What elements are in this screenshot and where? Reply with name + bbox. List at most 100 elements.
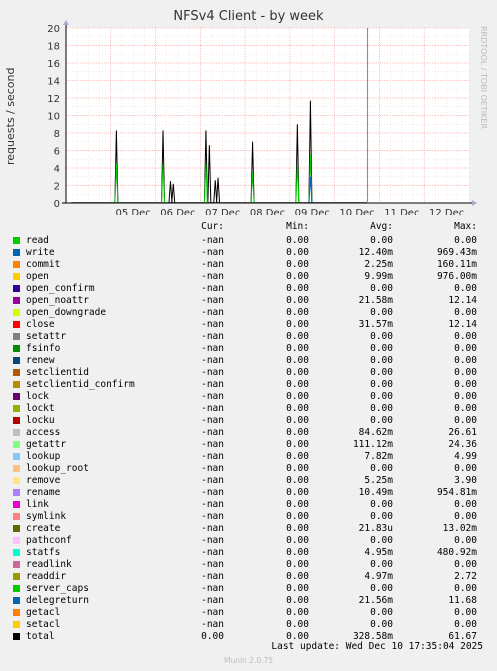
legend-swatch <box>13 297 20 304</box>
legend-label: getacl <box>26 607 61 618</box>
legend-cur: -nan <box>201 235 224 246</box>
legend-swatch <box>13 441 20 448</box>
legend-cur: -nan <box>201 583 224 594</box>
legend-row: setattr -nan 0.00 0.00 0.00 <box>0 331 497 343</box>
legend-avg: 0.00 <box>370 331 393 342</box>
legend-min: 0.00 <box>286 619 309 630</box>
legend-row: open_noattr -nan 0.00 21.58m 12.14 <box>0 295 497 307</box>
legend-avg: 0.00 <box>370 283 393 294</box>
legend-row: lookup -nan 0.00 7.82m 4.99 <box>0 451 497 463</box>
legend-cur: -nan <box>201 451 224 462</box>
legend-label: write <box>26 247 55 258</box>
legend-avg: 0.00 <box>370 511 393 522</box>
legend-swatch <box>13 621 20 628</box>
legend-avg: 5.25m <box>364 475 393 486</box>
legend-max: 0.00 <box>454 415 477 426</box>
legend-max: 976.00m <box>436 271 477 282</box>
legend-label: open <box>26 271 49 282</box>
legend-header: Cur: Min: Avg: Max: <box>0 221 497 233</box>
legend-min: 0.00 <box>286 283 309 294</box>
legend-avg: 21.83u <box>358 523 393 534</box>
y-tick-label: 20 <box>47 24 60 35</box>
legend-label: lookup <box>26 451 61 462</box>
legend-cur: -nan <box>201 475 224 486</box>
legend-cur: -nan <box>201 319 224 330</box>
legend-max: 0.00 <box>454 619 477 630</box>
legend-label: lock <box>26 391 49 402</box>
legend-row: statfs -nan 0.00 4.95m 480.92m <box>0 547 497 559</box>
legend-label: open_downgrade <box>26 307 107 318</box>
legend-avg: 0.00 <box>370 619 393 630</box>
legend-row: fsinfo -nan 0.00 0.00 0.00 <box>0 343 497 355</box>
legend-swatch <box>13 393 20 400</box>
legend-swatch <box>13 405 20 412</box>
legend-label: create <box>26 523 61 534</box>
legend-label: getattr <box>26 439 67 450</box>
legend-min: 0.00 <box>286 379 309 390</box>
legend-swatch <box>13 285 20 292</box>
legend-avg: 0.00 <box>370 367 393 378</box>
legend-swatch <box>13 477 20 484</box>
legend-row: access -nan 0.00 84.62m 26.61 <box>0 427 497 439</box>
legend-row: read -nan 0.00 0.00 0.00 <box>0 235 497 247</box>
legend-cur: -nan <box>201 355 224 366</box>
legend-cur: -nan <box>201 535 224 546</box>
legend-max: 0.00 <box>454 367 477 378</box>
legend-min: 0.00 <box>286 571 309 582</box>
legend-avg: 0.00 <box>370 583 393 594</box>
legend-avg: 0.00 <box>370 355 393 366</box>
legend-avg: 0.00 <box>370 559 393 570</box>
legend-min: 0.00 <box>286 319 309 330</box>
legend-swatch <box>13 609 20 616</box>
legend-cur: 0.00 <box>201 631 224 642</box>
legend-label: setacl <box>26 619 61 630</box>
x-tick-label: 07 Dec <box>205 208 240 215</box>
legend-max: 480.92m <box>436 547 477 558</box>
legend-cur: -nan <box>201 391 224 402</box>
legend-max: 0.00 <box>454 535 477 546</box>
legend-cur: -nan <box>201 415 224 426</box>
header-max: Max: <box>454 221 477 232</box>
legend-row: readdir -nan 0.00 4.97m 2.72 <box>0 571 497 583</box>
legend-cur: -nan <box>201 523 224 534</box>
legend-cur: -nan <box>201 367 224 378</box>
legend-cur: -nan <box>201 607 224 618</box>
y-tick-label: 6 <box>54 147 60 158</box>
legend-swatch <box>13 321 20 328</box>
legend-swatch <box>13 537 20 544</box>
legend-max: 0.00 <box>454 463 477 474</box>
legend-label: rename <box>26 487 61 498</box>
legend-row: lockt -nan 0.00 0.00 0.00 <box>0 403 497 415</box>
legend-min: 0.00 <box>286 271 309 282</box>
legend-min: 0.00 <box>286 235 309 246</box>
legend-avg: 0.00 <box>370 607 393 618</box>
legend-swatch <box>13 549 20 556</box>
munin-version: Munin 2.0.75 <box>223 656 274 665</box>
legend-row: getacl -nan 0.00 0.00 0.00 <box>0 607 497 619</box>
legend-min: 0.00 <box>286 403 309 414</box>
legend-swatch <box>13 273 20 280</box>
header-avg: Avg: <box>370 221 393 232</box>
y-tick-label: 0 <box>54 199 60 210</box>
grid-lines <box>66 27 469 203</box>
legend-label: statfs <box>26 547 61 558</box>
legend-cur: -nan <box>201 343 224 354</box>
legend-cur: -nan <box>201 247 224 258</box>
legend-min: 0.00 <box>286 559 309 570</box>
legend-max: 0.00 <box>454 355 477 366</box>
legend-label: fsinfo <box>26 343 61 354</box>
legend-avg: 10.49m <box>358 487 393 498</box>
legend-row: lookup_root -nan 0.00 0.00 0.00 <box>0 463 497 475</box>
legend-cur: -nan <box>201 487 224 498</box>
legend-max: 24.36 <box>448 439 477 450</box>
legend-cur: -nan <box>201 271 224 282</box>
y-tick-label: 8 <box>54 129 60 140</box>
legend-max: 0.00 <box>454 403 477 414</box>
legend-min: 0.00 <box>286 451 309 462</box>
legend-row: pathconf -nan 0.00 0.00 0.00 <box>0 535 497 547</box>
y-tick-label: 2 <box>54 182 60 193</box>
legend-avg: 0.00 <box>370 535 393 546</box>
legend-swatch <box>13 453 20 460</box>
legend-avg: 4.97m <box>364 571 393 582</box>
legend-avg: 0.00 <box>370 499 393 510</box>
